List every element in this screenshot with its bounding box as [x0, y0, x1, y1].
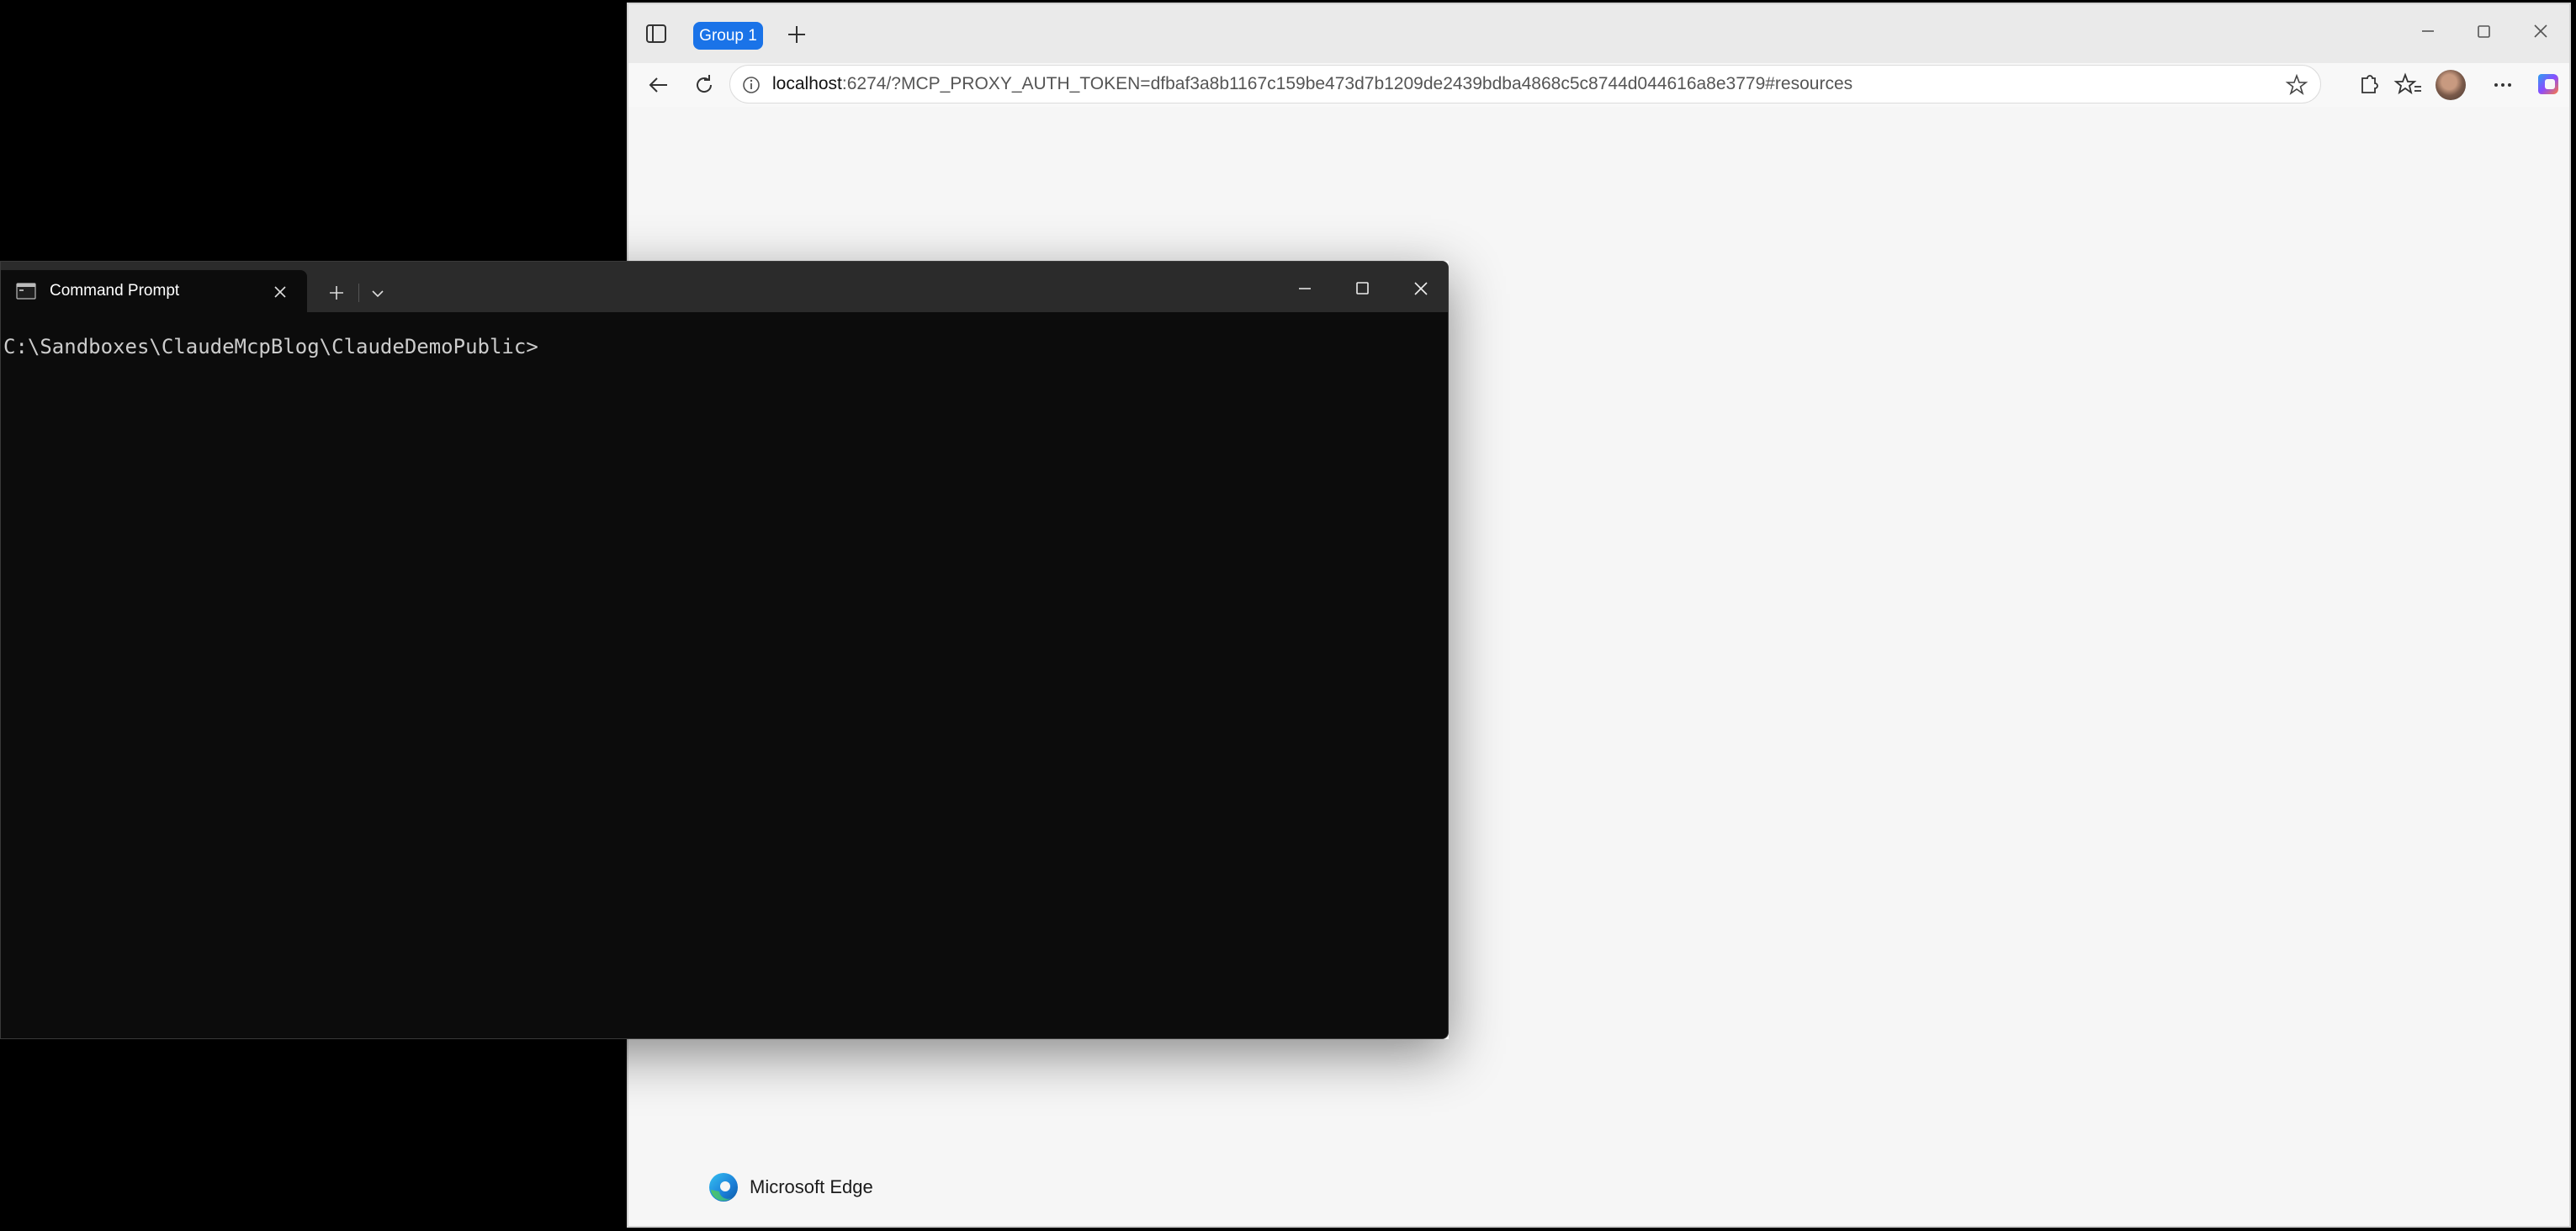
titlebar-divider [358, 284, 359, 302]
terminal-tab[interactable]: Command Prompt [1, 270, 307, 312]
star-icon[interactable] [2285, 73, 2308, 97]
terminal-titlebar[interactable]: Command Prompt [1, 262, 1448, 312]
maximize-icon[interactable] [2465, 13, 2502, 50]
close-icon[interactable] [1402, 272, 1439, 305]
browser-tab-strip: Group 1 [628, 4, 2569, 63]
avatar[interactable] [2436, 70, 2466, 100]
terminal-window: Command Prompt C:\Sandboxes\ClaudeMcpBlo… [0, 261, 1449, 1039]
favorites-icon[interactable] [2392, 68, 2425, 102]
refresh-icon[interactable] [689, 70, 719, 100]
url-text[interactable]: localhost:6274/?MCP_PROXY_AUTH_TOKEN=dfb… [772, 66, 1852, 103]
more-icon[interactable] [2486, 68, 2520, 102]
browser-toolbar: localhost:6274/?MCP_PROXY_AUTH_TOKEN=dfb… [628, 63, 2569, 107]
plus-icon[interactable] [782, 19, 812, 50]
copilot-icon[interactable] [2533, 67, 2567, 101]
cmd-icon [16, 283, 36, 300]
tab-group-label[interactable]: Group 1 [693, 22, 763, 50]
address-bar[interactable]: localhost:6274/?MCP_PROXY_AUTH_TOKEN=dfb… [729, 65, 2321, 103]
terminal-prompt: C:\Sandboxes\ClaudeMcpBlog\ClaudeDemoPub… [3, 335, 538, 358]
extensions-icon[interactable] [2351, 68, 2385, 102]
close-icon[interactable] [2522, 13, 2559, 50]
minimize-icon[interactable] [2409, 13, 2446, 50]
plus-icon[interactable] [322, 279, 351, 307]
back-arrow-icon[interactable] [644, 70, 674, 100]
info-icon[interactable] [740, 74, 762, 96]
edge-logo-icon [709, 1173, 738, 1202]
minimize-icon[interactable] [1286, 272, 1323, 305]
tab-actions-icon[interactable] [642, 19, 671, 48]
close-icon[interactable] [268, 280, 292, 304]
chevron-down-icon[interactable] [364, 280, 391, 307]
maximize-icon[interactable] [1344, 272, 1381, 305]
terminal-body[interactable]: C:\Sandboxes\ClaudeMcpBlog\ClaudeDemoPub… [1, 312, 1448, 1038]
url-host: localhost [772, 74, 842, 93]
edge-brand-label: Microsoft Edge [750, 1176, 873, 1197]
terminal-tab-label: Command Prompt [50, 282, 180, 300]
url-path: :6274/?MCP_PROXY_AUTH_TOKEN=dfbaf3a8b116… [841, 74, 1853, 93]
